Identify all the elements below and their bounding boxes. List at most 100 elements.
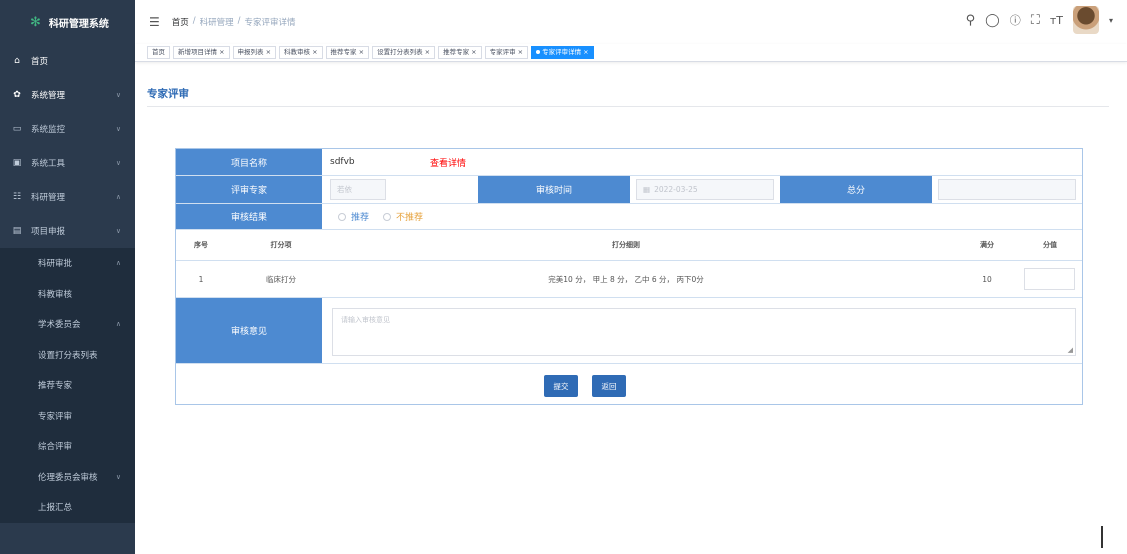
opinion-placeholder: 请输入审核意见 [341, 316, 390, 324]
sidebar-subitem[interactable]: 综合评审 [0, 431, 135, 462]
th-rule: 打分细则 [612, 241, 640, 249]
avatar[interactable] [1072, 6, 1099, 34]
sidebar-item-label: 推荐专家 [38, 381, 73, 392]
result-label: 审核结果 [176, 204, 322, 229]
th-item: 打分项 [270, 241, 292, 249]
main-content: 专家评审 项目名称 sdfvb 查看详情 评审专家 若依 审核时间 ▦ 2022-… [135, 62, 1127, 554]
td-rule: 完美10 分， 甲上 8 分， 乙中 6 分， 丙下0分 [548, 274, 704, 284]
monitor-icon: ▭ [12, 124, 22, 134]
tag-item[interactable]: 专家评审 × [484, 46, 529, 59]
radio-recommend[interactable]: 推荐 [338, 210, 369, 223]
sidebar-item-label: 综合评审 [38, 442, 73, 453]
sidebar-item-label: 科研管理 [31, 193, 66, 203]
divider [147, 106, 1109, 107]
opinion-label: 审核意见 [176, 298, 322, 363]
view-details-link[interactable]: 查看详情 [430, 149, 466, 175]
sidebar-subitem[interactable]: 伦理委员会审核 ∨ [0, 462, 135, 493]
result-options: 推荐 不推荐 [338, 204, 437, 229]
chevron-down-icon: ∨ [115, 472, 121, 481]
sidebar-item-label: 项目申报 [31, 227, 66, 237]
logo[interactable]: ✻ 科研管理系统 [0, 0, 135, 44]
review-time-label: 审核时间 [478, 176, 630, 203]
radio-not-recommend[interactable]: 不推荐 [383, 210, 423, 223]
total-input[interactable] [938, 179, 1076, 200]
review-time-value: 2022-03-25 [654, 185, 698, 194]
td-index: 1 [198, 274, 204, 284]
expert-label: 评审专家 [176, 176, 322, 203]
tags-view: 首页 新增项目详情 × 申报列表 × 科教审核 × 推荐专家 × 设置打分表列表… [135, 44, 1127, 62]
expert-input[interactable]: 若依 [330, 179, 386, 200]
row-opinion: 审核意见 请输入审核意见 ◢ [176, 298, 1082, 364]
font-size-icon[interactable]: тT [1050, 14, 1063, 27]
radio-label: 不推荐 [396, 213, 424, 223]
help-icon[interactable]: ⓘ [1010, 12, 1021, 28]
sidebar-subitem[interactable]: 科教审核 [0, 279, 135, 310]
sidebar-item-system[interactable]: ✿ 系统管理 ∨ [0, 78, 135, 112]
radio-label: 推荐 [351, 213, 370, 223]
search-icon[interactable]: ⚲ [966, 13, 976, 28]
tag-item[interactable]: 申报列表 × [232, 46, 277, 59]
row-expert: 评审专家 若依 审核时间 ▦ 2022-03-25 总分 [176, 176, 1082, 204]
home-icon: ⌂ [14, 56, 20, 66]
sidebar-subitem[interactable]: 上报汇总 [0, 492, 135, 523]
td-full: 10 [982, 274, 992, 284]
breadcrumb: 首页 / 科研管理 / 专家评审详情 [172, 16, 296, 28]
sidebar-subitem[interactable]: 学术委员会 ∧ [0, 309, 135, 340]
tag-home[interactable]: 首页 [147, 46, 170, 59]
github-icon[interactable]: ◯ [985, 13, 1000, 28]
sidebar-subitem[interactable]: 科研审批 ∧ [0, 248, 135, 279]
opinion-textarea[interactable]: 请输入审核意见 ◢ [332, 308, 1076, 356]
sidebar-item-project[interactable]: ▤ 项目申报 ∨ [0, 214, 135, 248]
radio-circle-icon [338, 212, 346, 221]
sidebar-subitem[interactable]: 专家评审 [0, 401, 135, 432]
tag-item[interactable]: 推荐专家 × [325, 46, 370, 59]
chevron-up-icon: ∧ [115, 193, 121, 201]
submit-button[interactable]: 提交 [544, 375, 578, 397]
tag-item[interactable]: 推荐专家 × [438, 46, 482, 59]
hamburger-icon[interactable]: ☰ [149, 15, 160, 29]
sidebar-item-label: 科教审核 [38, 289, 73, 300]
project-name-label: 项目名称 [176, 149, 322, 175]
chevron-down-icon[interactable]: ▾ [1109, 16, 1113, 25]
score-table-header: 序号 打分项 打分细则 满分 分值 [176, 230, 1082, 261]
gear-icon: ✿ [13, 90, 21, 100]
score-input[interactable] [1024, 268, 1075, 290]
sidebar-subitem[interactable]: 推荐专家 [0, 370, 135, 401]
tag-label: 专家评审详情 × [542, 48, 589, 56]
tag-item[interactable]: 新增项目详情 × [173, 46, 230, 59]
breadcrumb-item: 专家评审详情 [244, 18, 296, 28]
chevron-up-icon: ∧ [115, 259, 121, 268]
sidebar-item-home[interactable]: ⌂ 首页 [0, 44, 135, 78]
sidebar-item-monitor[interactable]: ▭ 系统监控 ∨ [0, 112, 135, 146]
review-time-input[interactable]: ▦ 2022-03-25 [636, 179, 774, 200]
sidebar-item-label: 系统工具 [31, 159, 66, 169]
resize-handle-icon[interactable]: ◢ [1068, 346, 1073, 354]
total-label: 总分 [780, 176, 932, 203]
tag-active[interactable]: 专家评审详情 × [531, 46, 594, 59]
sidebar-submenu: 科研审批 ∧ 科教审核 学术委员会 ∧ 设置打分表列表 推荐专家 专家评审 综合… [0, 248, 135, 523]
logo-text: 科研管理系统 [48, 18, 109, 30]
calendar-icon: ▦ [643, 185, 651, 194]
sidebar-item-research[interactable]: ☷ 科研管理 ∧ [0, 180, 135, 214]
project-icon: ▤ [12, 226, 22, 236]
project-name-value: sdfvb [330, 157, 355, 167]
scrollbar[interactable] [1101, 526, 1103, 548]
header-tools: ⚲ ◯ ⓘ ⛶ тT ▾ [966, 6, 1113, 34]
navbar: ☰ 首页 / 科研管理 / 专家评审详情 ⚲ ◯ ⓘ ⛶ тT ▾ [135, 0, 1127, 44]
breadcrumb-item: 科研管理 [199, 18, 234, 28]
sidebar-item-tools[interactable]: ▣ 系统工具 ∨ [0, 146, 135, 180]
back-button[interactable]: 返回 [592, 375, 626, 397]
chevron-down-icon: ∨ [115, 227, 121, 235]
td-item: 临床打分 [266, 274, 296, 284]
chevron-down-icon: ∨ [115, 125, 121, 133]
tag-item[interactable]: 设置打分表列表 × [372, 46, 436, 59]
review-form: 项目名称 sdfvb 查看详情 评审专家 若依 审核时间 ▦ 2022-03-25… [175, 148, 1083, 405]
breadcrumb-item[interactable]: 首页 [172, 16, 189, 28]
tag-item[interactable]: 科教审核 × [279, 46, 323, 59]
fullscreen-icon[interactable]: ⛶ [1031, 13, 1040, 28]
chevron-down-icon: ∨ [115, 91, 121, 99]
radio-circle-icon [383, 212, 392, 221]
row-result: 审核结果 推荐 不推荐 [176, 204, 1082, 230]
active-dot-icon [536, 50, 541, 54]
sidebar-subitem[interactable]: 设置打分表列表 [0, 340, 135, 371]
